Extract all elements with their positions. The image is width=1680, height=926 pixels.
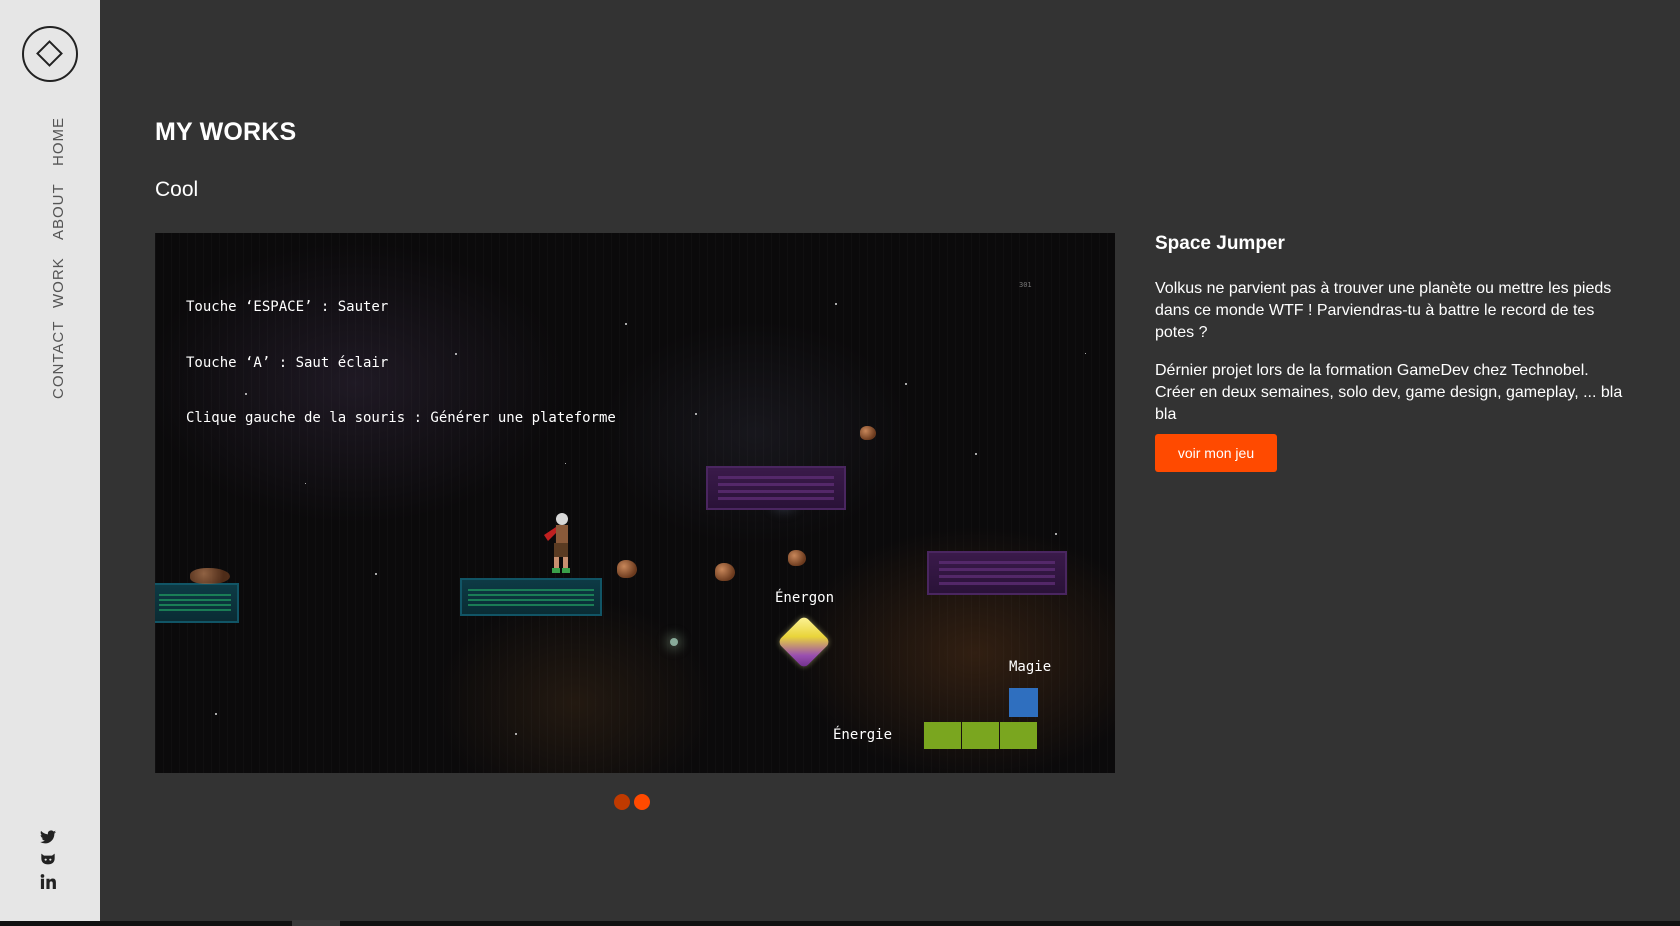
asteroid [617,560,637,578]
platform [155,583,239,623]
nav-home[interactable]: HOME [50,117,67,166]
logo-icon[interactable] [22,26,78,82]
linkedin-icon[interactable] [40,874,60,890]
nav-about[interactable]: ABOUT [50,183,67,240]
scrollbar-thumb[interactable] [292,920,340,926]
energy-bar-segment [924,722,961,749]
magic-bar [1009,688,1038,717]
sidebar: HOME ABOUT WORK CONTACT [0,0,100,926]
energy-bar-segment [1000,722,1037,749]
twitter-icon[interactable] [40,830,60,846]
github-icon[interactable] [40,852,60,868]
asteroid [860,426,876,440]
view-game-button[interactable]: voir mon jeu [1155,434,1277,472]
instruction-line: Clique gauche de la souris : Générer une… [186,410,616,426]
page-subtitle: Cool [155,178,199,201]
asteroid [788,550,806,566]
nav-contact[interactable]: CONTACT [50,321,67,399]
carousel-dot-active[interactable] [634,794,650,810]
platform [460,578,602,616]
magic-label: Magie [1009,659,1052,675]
player-character [540,511,580,573]
project-details: Dérnier projet lors de la formation Game… [1155,362,1623,423]
instruction-line: Touche ‘A’ : Saut éclair [186,354,389,371]
score-counter: 301 [1019,281,1032,289]
game-screenshot: Touche ‘ESPACE’ : Sauter Touche ‘A’ : Sa… [155,233,1115,773]
game-instructions: Touche ‘ESPACE’ : Sauter Touche ‘A’ : Sa… [186,261,616,465]
asteroid [715,563,735,581]
project-description: Volkus ne parvient pas à trouver une pla… [1155,280,1612,341]
energy-label: Énergie [833,727,893,743]
energy-bar-segment [962,722,999,749]
energon-label: Énergon [775,590,835,606]
carousel-dot[interactable] [614,794,630,810]
bottom-scroll-track [0,921,1680,926]
platform [706,466,846,510]
instruction-line: Touche ‘ESPACE’ : Sauter [186,299,389,315]
project-title: Space Jumper [1155,233,1285,254]
asteroid [190,568,230,584]
platform [927,551,1067,595]
nav-work[interactable]: WORK [50,257,67,308]
page-title: MY WORKS [155,118,297,146]
